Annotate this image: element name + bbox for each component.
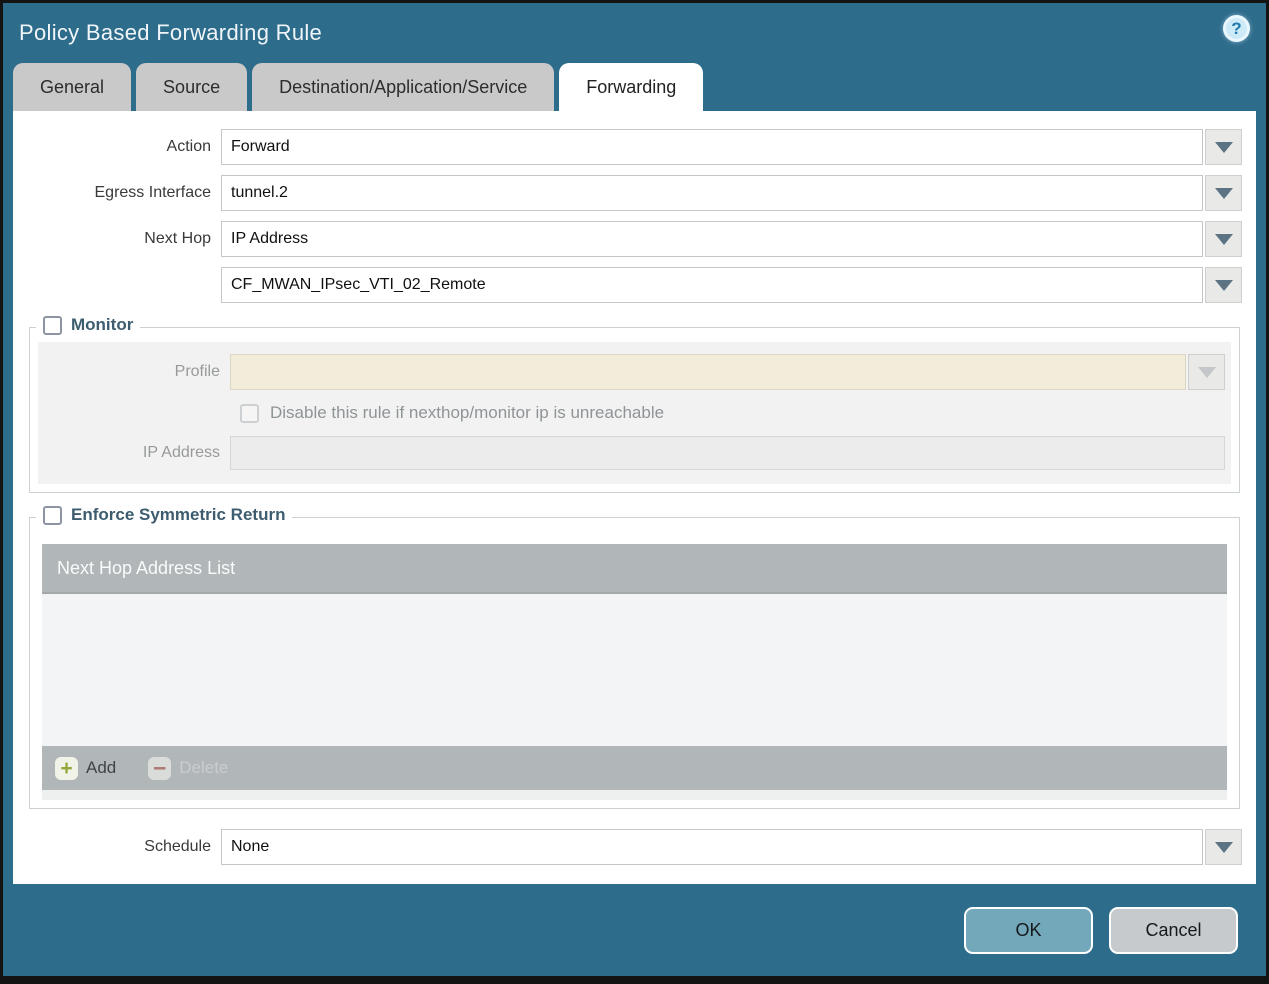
- chevron-down-icon: [1214, 279, 1233, 291]
- page-title: Policy Based Forwarding Rule: [19, 20, 323, 45]
- profile-dropdown-button: [1188, 354, 1225, 390]
- profile-label: Profile: [174, 363, 220, 380]
- next-hop-row: Next Hop: [27, 221, 1242, 257]
- enforce-symmetric-return-legend-label: Enforce Symmetric Return: [71, 505, 286, 524]
- next-hop-type-input[interactable]: [221, 221, 1203, 257]
- monitor-fieldset: Monitor Profile Disable this rule if nex…: [29, 315, 1240, 493]
- add-button-label: Add: [86, 758, 117, 777]
- tab-source[interactable]: Source: [136, 63, 248, 111]
- action-input[interactable]: [221, 129, 1203, 165]
- profile-row: Profile: [44, 354, 1225, 390]
- next-hop-address-list-grid: Next Hop Address List + Add − Delete: [42, 544, 1227, 790]
- egress-interface-input[interactable]: [221, 175, 1203, 211]
- action-label: Action: [166, 138, 211, 155]
- next-hop-address-list-column-header[interactable]: Next Hop Address List: [42, 544, 1227, 594]
- dialog-footer: OK Cancel: [3, 884, 1266, 976]
- action-row: Action: [27, 129, 1242, 165]
- tab-destination-application-service[interactable]: Destination/Application/Service: [252, 63, 555, 111]
- egress-interface-dropdown-button[interactable]: [1205, 175, 1242, 211]
- disable-rule-checkbox-label: Disable this rule if nexthop/monitor ip …: [270, 403, 665, 422]
- schedule-row: Schedule: [27, 829, 1242, 865]
- dialog-titlebar: Policy Based Forwarding Rule ?: [3, 3, 1266, 63]
- help-icon[interactable]: ?: [1223, 15, 1250, 42]
- policy-based-forwarding-dialog: Policy Based Forwarding Rule ? General S…: [0, 0, 1269, 984]
- delete-button[interactable]: − Delete: [148, 756, 229, 780]
- monitor-panel: Profile Disable this rule if nexthop/mon…: [38, 342, 1231, 484]
- disable-rule-checkbox: [240, 403, 259, 423]
- enforce-symmetric-return-legend: Enforce Symmetric Return: [36, 505, 293, 525]
- next-hop-address-list-body[interactable]: [42, 594, 1227, 746]
- next-hop-address-dropdown-button[interactable]: [1205, 267, 1242, 303]
- tab-bar: General Source Destination/Application/S…: [3, 63, 1266, 111]
- schedule-dropdown-button[interactable]: [1205, 829, 1242, 865]
- tab-general[interactable]: General: [13, 63, 132, 111]
- next-hop-type-dropdown-button[interactable]: [1205, 221, 1242, 257]
- enforce-symmetric-return-checkbox[interactable]: [43, 505, 62, 525]
- forwarding-tab-panel: Action Egress Interface Next Hop: [13, 111, 1256, 884]
- next-hop-label: Next Hop: [144, 230, 211, 247]
- next-hop-address-input[interactable]: [221, 267, 1203, 303]
- disable-rule-checkbox-row: Disable this rule if nexthop/monitor ip …: [240, 403, 1225, 423]
- egress-interface-label: Egress Interface: [94, 184, 212, 201]
- ok-button[interactable]: OK: [964, 906, 1093, 954]
- monitor-ip-address-row: IP Address: [44, 436, 1225, 470]
- plus-icon: +: [55, 756, 78, 780]
- chevron-down-icon: [1214, 187, 1233, 199]
- monitor-legend-label: Monitor: [71, 315, 134, 334]
- tab-forwarding[interactable]: Forwarding: [559, 63, 704, 111]
- enforce-symmetric-return-fieldset: Enforce Symmetric Return Next Hop Addres…: [29, 505, 1240, 809]
- monitor-ip-address-input: [230, 436, 1225, 470]
- grid-toolbar: + Add − Delete: [42, 746, 1227, 790]
- minus-icon: −: [148, 756, 172, 780]
- grid-scrollbar-strip: [42, 790, 1227, 800]
- chevron-down-icon: [1214, 141, 1233, 153]
- monitor-ip-address-label: IP Address: [142, 444, 220, 461]
- chevron-down-icon: [1197, 366, 1216, 378]
- add-button[interactable]: + Add: [55, 756, 117, 780]
- chevron-down-icon: [1214, 841, 1233, 853]
- action-dropdown-button[interactable]: [1205, 129, 1242, 165]
- monitor-legend: Monitor: [36, 315, 141, 335]
- schedule-label: Schedule: [144, 838, 211, 855]
- schedule-input[interactable]: [221, 829, 1203, 865]
- profile-input: [230, 354, 1186, 390]
- delete-button-label: Delete: [179, 758, 229, 777]
- chevron-down-icon: [1214, 233, 1233, 245]
- next-hop-address-row: [27, 267, 1242, 303]
- egress-interface-row: Egress Interface: [27, 175, 1242, 211]
- monitor-checkbox[interactable]: [43, 315, 62, 335]
- cancel-button[interactable]: Cancel: [1109, 906, 1238, 954]
